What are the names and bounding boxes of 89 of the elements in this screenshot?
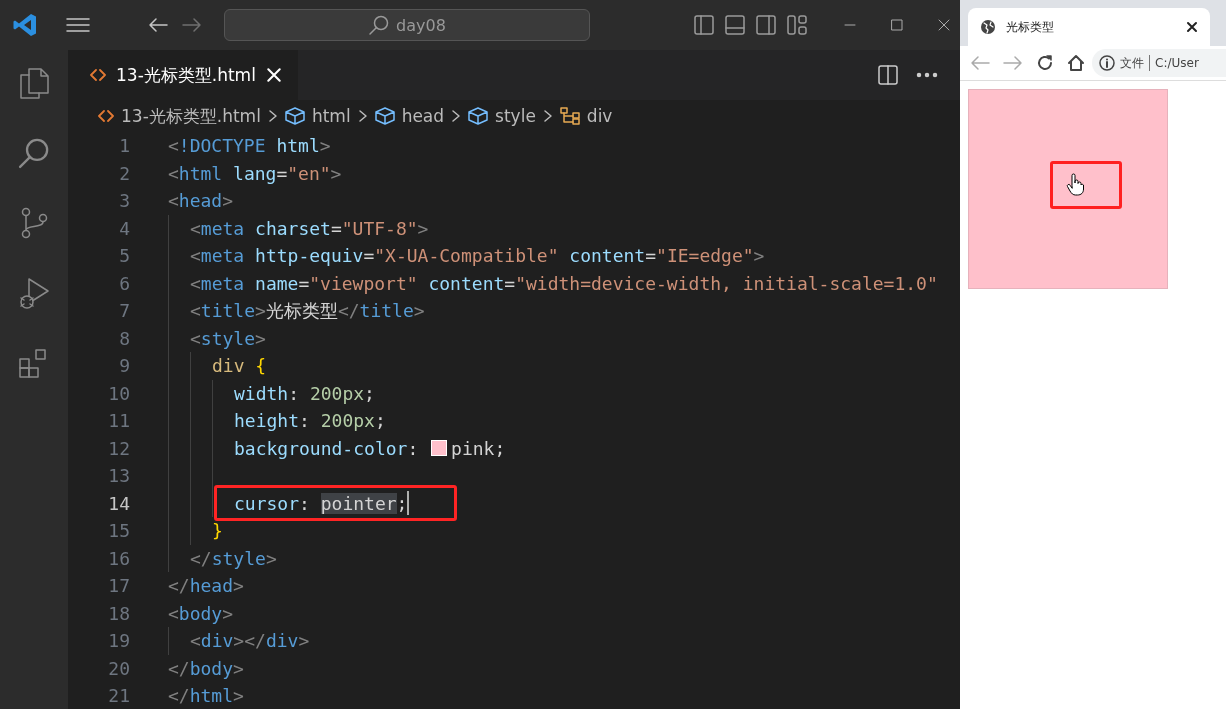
back-arrow-icon[interactable] <box>148 17 168 33</box>
code-text: <div></div> <box>190 630 310 652</box>
maximize-icon[interactable] <box>890 18 904 32</box>
cube-icon <box>284 107 305 125</box>
code-brackets-icon <box>90 68 106 82</box>
cube-icon <box>468 107 489 125</box>
code-text: </head> <box>168 575 244 597</box>
chevron-icon <box>542 109 553 123</box>
layout-grid-icon[interactable] <box>787 15 807 35</box>
code-brackets-icon <box>98 109 114 123</box>
more-icon[interactable] <box>916 72 938 78</box>
breadcrumb-item[interactable]: 13-光标类型.html <box>121 104 261 128</box>
line-number: 12 <box>107 437 130 459</box>
close-icon[interactable] <box>937 18 951 32</box>
secondary-sidebar-icon[interactable] <box>756 15 776 35</box>
selected-text: pointer <box>320 492 397 514</box>
line-number: 1 <box>118 135 130 157</box>
line-number: 4 <box>118 217 130 239</box>
tree-structure-icon <box>559 107 580 125</box>
address-scheme-label: 文件 <box>1120 54 1144 72</box>
code-text: <!DOCTYPE html> <box>168 135 331 157</box>
color-swatch-icon[interactable] <box>431 440 448 457</box>
code-text: <style> <box>190 327 266 349</box>
code-text: <html lang="en"> <box>168 162 342 184</box>
cube-icon <box>374 107 395 125</box>
info-icon[interactable] <box>1099 55 1115 71</box>
code-text: background-color: <box>234 437 420 459</box>
code-text: } <box>212 520 223 542</box>
line-number: 2 <box>118 162 130 184</box>
line-number: 7 <box>118 300 130 322</box>
forward-arrow-icon[interactable] <box>182 17 202 33</box>
line-number: 18 <box>107 602 130 624</box>
line-number: 5 <box>118 245 130 267</box>
code-text: div { <box>212 355 267 377</box>
command-search-field[interactable]: day08 <box>224 9 590 41</box>
line-number: 15 <box>107 520 130 542</box>
breadcrumb-item[interactable]: style <box>495 106 536 126</box>
code-text: <title>光标类型</title> <box>190 298 425 323</box>
run-debug-icon[interactable] <box>17 276 51 310</box>
code-text: cursor: <box>234 492 311 514</box>
code-text: pink; <box>451 437 506 459</box>
close-icon[interactable] <box>265 67 282 83</box>
code-text: <body> <box>168 602 234 624</box>
line-number: 21 <box>107 685 130 707</box>
text-cursor <box>407 491 410 516</box>
code-text: width: 200px; <box>234 382 375 404</box>
hand-pointer-icon <box>1066 172 1084 196</box>
browser-tab[interactable]: 光标类型 <box>968 8 1210 46</box>
split-editor-icon[interactable] <box>878 65 898 85</box>
files-icon[interactable] <box>17 66 51 100</box>
breadcrumb-item[interactable]: html <box>311 106 351 126</box>
line-number: 3 <box>118 190 130 212</box>
code-text: </style> <box>190 547 277 569</box>
code-text: height: 200px; <box>234 410 386 432</box>
line-number: 17 <box>107 575 130 597</box>
close-icon[interactable] <box>1186 21 1198 33</box>
line-number: 11 <box>107 410 130 432</box>
search-icon[interactable] <box>17 136 51 170</box>
address-field[interactable]: C:/User <box>1155 56 1199 70</box>
code-text: </html> <box>168 685 244 707</box>
home-icon[interactable] <box>1067 54 1085 72</box>
code-text: </body> <box>168 657 244 679</box>
line-number: 9 <box>118 355 130 377</box>
line-number: 14 <box>107 492 130 514</box>
sidebar-layout-icon[interactable] <box>694 15 714 35</box>
editor-tab[interactable]: 13-光标类型.html <box>68 50 298 100</box>
line-number: 6 <box>118 272 130 294</box>
menu-icon[interactable] <box>66 17 90 33</box>
chevron-icon <box>451 109 462 123</box>
chevron-icon <box>357 109 368 123</box>
line-number: 10 <box>107 382 130 404</box>
logo-icon <box>12 12 38 38</box>
code-text: <meta charset="UTF-8"> <box>190 217 429 239</box>
line-number: 16 <box>107 547 130 569</box>
chevron-icon <box>267 109 278 123</box>
line-number: 19 <box>107 630 130 652</box>
line-number: 13 <box>107 465 130 487</box>
reload-icon[interactable] <box>1036 54 1054 72</box>
breadcrumb-item[interactable]: div <box>586 106 613 126</box>
panel-layout-icon[interactable] <box>725 15 745 35</box>
code-text: <meta http-equiv="X-UA-Compatible" content="IE=edge"> <box>190 245 765 267</box>
line-number: 8 <box>118 327 130 349</box>
search-icon[interactable] <box>368 14 391 36</box>
code-text: <meta name="viewport" content="width=device-width, initial-scale=1.0" <box>190 272 938 294</box>
globe-icon <box>980 19 996 35</box>
code-text: ; <box>396 492 408 514</box>
line-number: 20 <box>107 657 130 679</box>
code-text: <head> <box>168 190 234 212</box>
breadcrumb-item[interactable]: head <box>401 106 445 126</box>
